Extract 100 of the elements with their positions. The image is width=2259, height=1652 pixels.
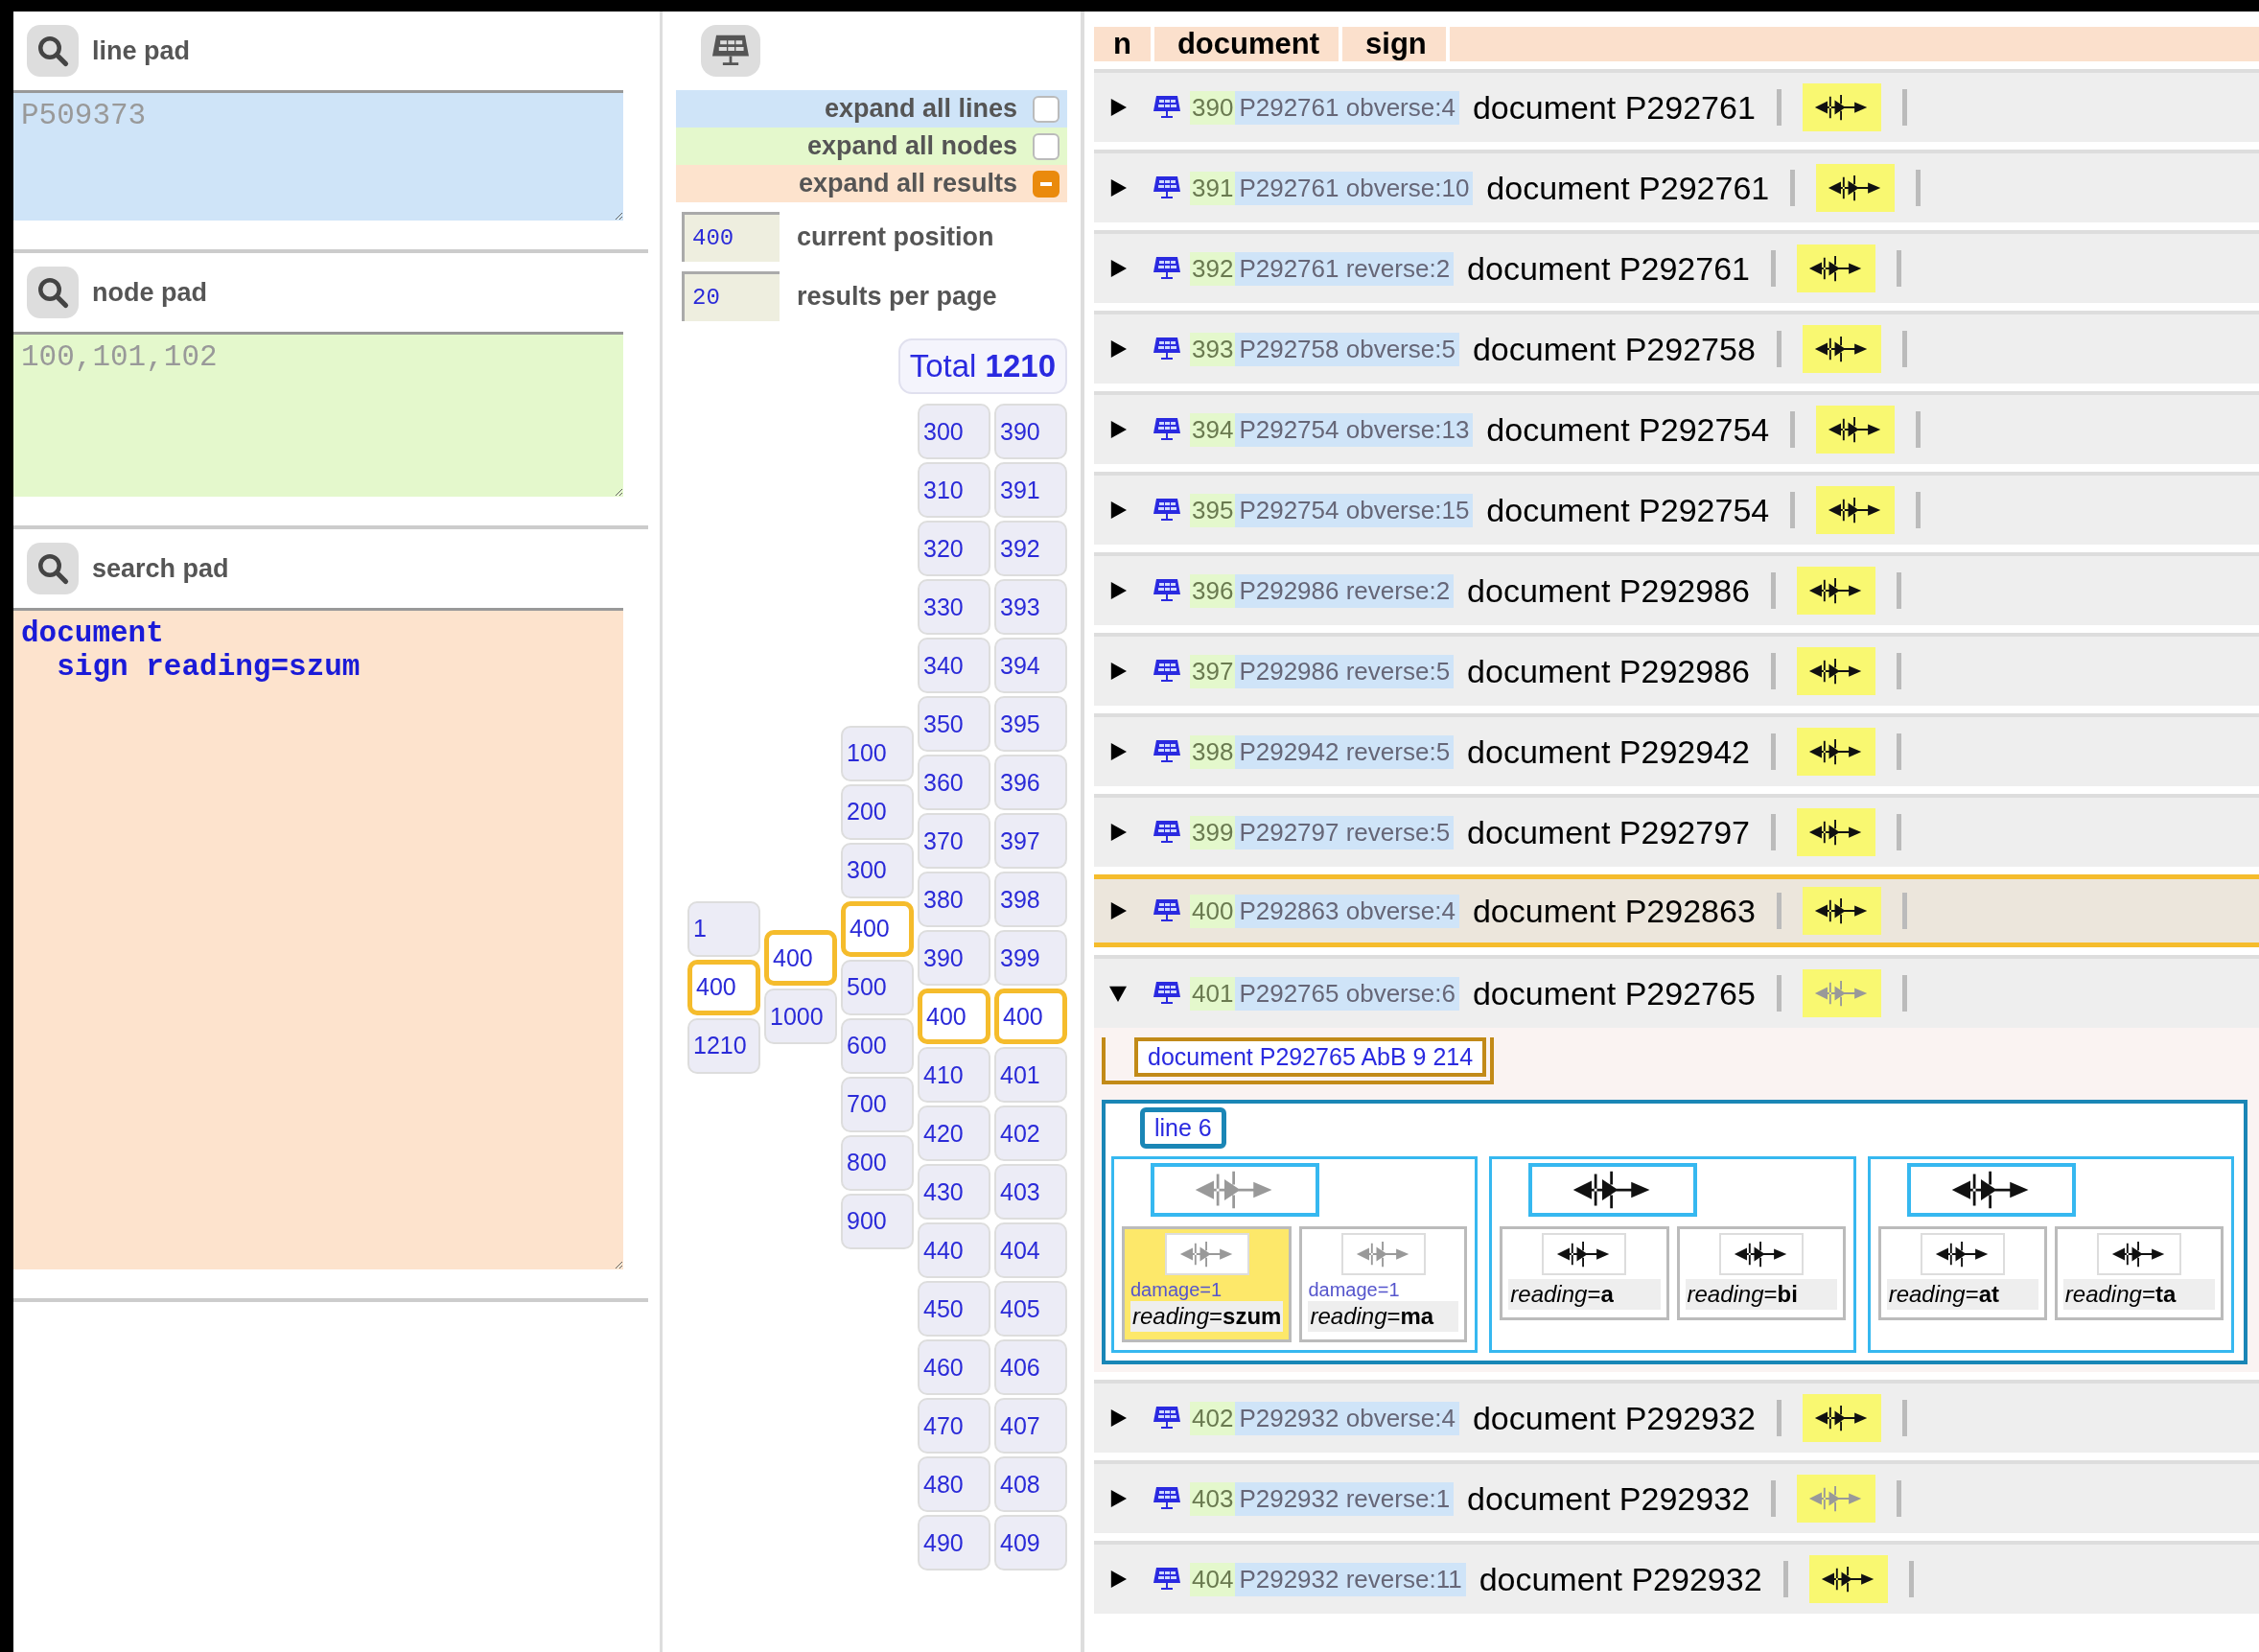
page-button[interactable]: 399 bbox=[994, 930, 1067, 986]
result-row[interactable]: 393 P292758 obverse:5 document P292758 bbox=[1094, 311, 2259, 384]
result-row[interactable]: 403 P292932 reverse:1 document P292932 bbox=[1094, 1460, 2259, 1533]
page-button[interactable]: 400 bbox=[918, 989, 990, 1044]
page-button[interactable]: 310 bbox=[918, 462, 990, 518]
result-row[interactable]: 398 P292942 reverse:5 document P292942 bbox=[1094, 713, 2259, 786]
page-button[interactable]: 200 bbox=[841, 783, 914, 840]
result-row[interactable]: 392 P292761 reverse:2 document P292761 bbox=[1094, 230, 2259, 303]
page-button[interactable]: 420 bbox=[918, 1105, 990, 1161]
caret-right-icon[interactable] bbox=[1109, 901, 1127, 920]
page-button[interactable]: 900 bbox=[841, 1193, 914, 1249]
sign-panel[interactable]: reading=at bbox=[1877, 1226, 2047, 1320]
page-button[interactable]: 409 bbox=[994, 1515, 1067, 1571]
result-row[interactable]: 390 P292761 obverse:4 document P292761 bbox=[1094, 69, 2259, 142]
caret-right-icon[interactable] bbox=[1109, 500, 1127, 520]
page-button[interactable]: 404 bbox=[994, 1222, 1067, 1278]
page-button[interactable]: 1000 bbox=[764, 989, 837, 1044]
result-row[interactable]: 395 P292754 obverse:15 document P292754 bbox=[1094, 472, 2259, 545]
caret-right-icon[interactable] bbox=[1109, 1570, 1127, 1589]
number-input-field[interactable]: 400 bbox=[682, 212, 780, 262]
page-button[interactable]: 408 bbox=[994, 1456, 1067, 1512]
page-button[interactable]: 410 bbox=[918, 1047, 990, 1103]
result-row[interactable]: 404 P292932 reverse:11 document P292932 bbox=[1094, 1541, 2259, 1614]
page-button[interactable]: 395 bbox=[994, 696, 1067, 752]
page-button[interactable]: 400 bbox=[994, 989, 1067, 1044]
page-button[interactable]: 480 bbox=[918, 1456, 990, 1512]
page-button[interactable]: 401 bbox=[994, 1047, 1067, 1103]
line-tag[interactable]: line 6 bbox=[1140, 1107, 1226, 1149]
pad-input-field[interactable]: document sign reading=szum bbox=[13, 608, 623, 1269]
page-button[interactable]: 391 bbox=[994, 462, 1067, 518]
pad-input-field[interactable]: 100,101,102 bbox=[13, 332, 623, 497]
page-button[interactable]: 340 bbox=[918, 638, 990, 693]
page-button[interactable]: 392 bbox=[994, 521, 1067, 576]
page-button[interactable]: 403 bbox=[994, 1164, 1067, 1220]
caret-down-icon[interactable] bbox=[1109, 984, 1127, 1003]
caret-right-icon[interactable] bbox=[1109, 1489, 1127, 1508]
page-button[interactable]: 407 bbox=[994, 1398, 1067, 1454]
caret-right-icon[interactable] bbox=[1109, 662, 1127, 681]
page-button[interactable]: 370 bbox=[918, 813, 990, 869]
page-button[interactable]: 300 bbox=[841, 842, 914, 898]
page-button[interactable]: 490 bbox=[918, 1515, 990, 1571]
page-button[interactable]: 1 bbox=[687, 900, 760, 957]
result-row[interactable]: 394 P292754 obverse:13 document P292754 bbox=[1094, 391, 2259, 464]
result-row[interactable]: 400 P292863 obverse:4 document P292863 bbox=[1094, 874, 2259, 947]
checkbox[interactable] bbox=[1033, 132, 1060, 160]
sign-panel[interactable]: damage=1 reading=szum bbox=[1122, 1226, 1293, 1342]
page-button[interactable]: 1210 bbox=[687, 1017, 760, 1074]
page-button[interactable]: 393 bbox=[994, 579, 1067, 635]
display-button[interactable] bbox=[701, 25, 760, 77]
sign-panel[interactable]: reading=bi bbox=[1676, 1226, 1846, 1320]
page-button[interactable]: 330 bbox=[918, 579, 990, 635]
page-button[interactable]: 700 bbox=[841, 1076, 914, 1132]
page-button[interactable]: 390 bbox=[994, 404, 1067, 459]
checkbox[interactable] bbox=[1033, 170, 1060, 198]
page-button[interactable]: 300 bbox=[918, 404, 990, 459]
page-button[interactable]: 390 bbox=[918, 930, 990, 986]
page-button[interactable]: 396 bbox=[994, 755, 1067, 810]
page-button[interactable]: 430 bbox=[918, 1164, 990, 1220]
page-button[interactable]: 394 bbox=[994, 638, 1067, 693]
result-row[interactable]: 402 P292932 obverse:4 document P292932 bbox=[1094, 1380, 2259, 1453]
caret-right-icon[interactable] bbox=[1109, 178, 1127, 198]
page-button[interactable]: 397 bbox=[994, 813, 1067, 869]
result-row[interactable]: 391 P292761 obverse:10 document P292761 bbox=[1094, 150, 2259, 222]
result-row[interactable]: 401 P292765 obverse:6 document P292765 bbox=[1094, 955, 2259, 1028]
page-button[interactable]: 460 bbox=[918, 1339, 990, 1395]
search-button[interactable] bbox=[27, 25, 79, 77]
page-button[interactable]: 402 bbox=[994, 1105, 1067, 1161]
page-button[interactable]: 320 bbox=[918, 521, 990, 576]
pad-input-field[interactable]: P509373 bbox=[13, 90, 623, 221]
page-button[interactable]: 360 bbox=[918, 755, 990, 810]
caret-right-icon[interactable] bbox=[1109, 581, 1127, 600]
caret-right-icon[interactable] bbox=[1109, 742, 1127, 761]
document-tag[interactable]: document P292765 AbB 9 214 bbox=[1134, 1037, 1487, 1077]
caret-right-icon[interactable] bbox=[1109, 339, 1127, 359]
page-button[interactable]: 380 bbox=[918, 872, 990, 927]
caret-right-icon[interactable] bbox=[1109, 98, 1127, 117]
page-button[interactable]: 500 bbox=[841, 959, 914, 1015]
caret-right-icon[interactable] bbox=[1109, 823, 1127, 842]
page-button[interactable]: 398 bbox=[994, 872, 1067, 927]
search-button[interactable] bbox=[27, 267, 79, 318]
page-button[interactable]: 800 bbox=[841, 1134, 914, 1191]
page-button[interactable]: 100 bbox=[841, 725, 914, 781]
caret-right-icon[interactable] bbox=[1109, 259, 1127, 278]
word-sign[interactable] bbox=[1906, 1163, 2076, 1217]
page-button[interactable]: 350 bbox=[918, 696, 990, 752]
page-button[interactable]: 400 bbox=[841, 900, 914, 957]
page-button[interactable]: 405 bbox=[994, 1281, 1067, 1337]
page-button[interactable]: 406 bbox=[994, 1339, 1067, 1395]
result-row[interactable]: 396 P292986 reverse:2 document P292986 bbox=[1094, 552, 2259, 625]
result-row[interactable]: 397 P292986 reverse:5 document P292986 bbox=[1094, 633, 2259, 706]
caret-right-icon[interactable] bbox=[1109, 420, 1127, 439]
page-button[interactable]: 450 bbox=[918, 1281, 990, 1337]
caret-right-icon[interactable] bbox=[1109, 1408, 1127, 1428]
number-input-field[interactable]: 20 bbox=[682, 271, 780, 321]
page-button[interactable]: 440 bbox=[918, 1222, 990, 1278]
page-button[interactable]: 400 bbox=[687, 959, 760, 1015]
search-button[interactable] bbox=[27, 543, 79, 594]
word-sign[interactable] bbox=[1528, 1163, 1698, 1217]
result-row[interactable]: 399 P292797 reverse:5 document P292797 bbox=[1094, 794, 2259, 867]
checkbox[interactable] bbox=[1033, 95, 1060, 123]
